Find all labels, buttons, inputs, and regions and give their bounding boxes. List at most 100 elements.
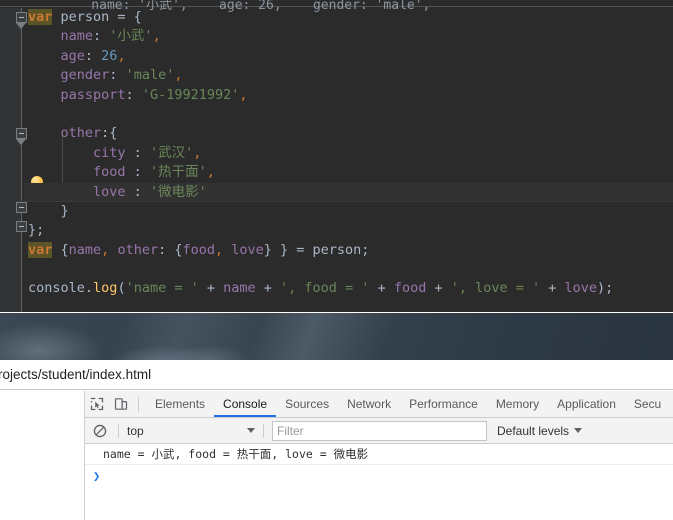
address-bar[interactable]: rojects/student/index.html bbox=[0, 360, 673, 390]
code-token: }; bbox=[28, 222, 45, 239]
editor-gutter[interactable] bbox=[0, 8, 27, 312]
code-token: 'name = ' bbox=[125, 280, 199, 297]
code-token: : { bbox=[158, 241, 183, 258]
code-token: person = { bbox=[52, 9, 142, 25]
code-token: : bbox=[109, 67, 126, 84]
code-token: '小武' bbox=[109, 28, 153, 45]
browser-window: rojects/student/index.html Elements Cons… bbox=[0, 360, 673, 520]
console-prompt[interactable]: ❯ bbox=[85, 465, 673, 487]
toolbar-divider-2 bbox=[263, 423, 264, 438]
device-toolbar-icon[interactable] bbox=[109, 391, 133, 417]
devtools-tabbar[interactable]: Elements Console Sources Network Perform… bbox=[85, 391, 673, 418]
clear-console-icon[interactable] bbox=[90, 421, 110, 441]
code-token: food bbox=[182, 241, 215, 258]
inspect-element-icon[interactable] bbox=[85, 391, 109, 417]
code-token: name bbox=[60, 28, 94, 45]
code-token: love bbox=[564, 280, 598, 297]
code-line-12[interactable]: }; bbox=[24, 221, 673, 240]
filter-input[interactable]: Filter bbox=[272, 420, 487, 441]
code-token: food bbox=[393, 280, 427, 297]
code-token: , bbox=[101, 241, 118, 258]
code-token: , bbox=[117, 47, 126, 64]
code-token: : bbox=[125, 144, 150, 161]
code-token: passport bbox=[60, 86, 126, 103]
toolbar-divider-1 bbox=[118, 423, 119, 438]
code-token: , bbox=[174, 67, 183, 84]
code-editor[interactable]: name: '小武', age: 26, gender: 'male', var… bbox=[0, 0, 673, 312]
code-line-1[interactable]: var person = { bbox=[24, 8, 673, 27]
code-token: 'male' bbox=[125, 67, 175, 84]
chevron-down-icon-levels bbox=[574, 428, 583, 433]
code-line-11[interactable]: } bbox=[24, 202, 673, 221]
code-token: other bbox=[117, 241, 159, 258]
log-levels-dropdown[interactable]: Default levels bbox=[497, 424, 583, 438]
code-token: + bbox=[540, 280, 565, 297]
code-token: . bbox=[84, 280, 94, 297]
code-token: , bbox=[193, 144, 202, 161]
code-line-9[interactable]: food : '热干面', bbox=[24, 163, 673, 182]
code-token: city bbox=[93, 144, 126, 161]
code-token: console bbox=[28, 280, 85, 297]
editor-top-clipped-line: name: '小武', age: 26, gender: 'male', bbox=[0, 0, 673, 13]
code-token: + bbox=[255, 280, 281, 297]
code-token: food bbox=[93, 164, 126, 181]
code-token: : bbox=[125, 183, 150, 200]
code-line-4[interactable]: gender: 'male', bbox=[24, 66, 673, 85]
code-token: ( bbox=[117, 280, 126, 297]
code-token: : bbox=[125, 86, 142, 103]
code-token: name bbox=[223, 280, 256, 297]
tab-application[interactable]: Application bbox=[548, 391, 625, 417]
tab-memory[interactable]: Memory bbox=[487, 391, 548, 417]
code-token: '热干面' bbox=[149, 164, 207, 181]
code-line-13[interactable]: var {name, other: {food, love} } = perso… bbox=[24, 241, 673, 260]
code-token: log bbox=[93, 280, 118, 297]
code-token: var bbox=[28, 9, 53, 25]
code-token: age bbox=[60, 47, 85, 64]
code-token: ', love = ' bbox=[450, 280, 541, 297]
console-toolbar[interactable]: top Filter Default levels bbox=[85, 418, 673, 444]
code-content[interactable]: var person = { name: '小武', age: 26, gend… bbox=[20, 8, 673, 312]
code-token: name bbox=[68, 241, 102, 258]
desktop-wallpaper bbox=[0, 312, 673, 360]
code-token: + bbox=[369, 280, 394, 297]
chevron-down-icon bbox=[247, 428, 255, 433]
code-line-14[interactable] bbox=[24, 260, 673, 279]
tab-security[interactable]: Secu bbox=[625, 391, 670, 417]
devtools-panel[interactable]: Elements Console Sources Network Perform… bbox=[85, 391, 673, 520]
code-token: other bbox=[60, 125, 102, 142]
code-token: '微电影' bbox=[149, 183, 207, 200]
browser-viewport: Elements Console Sources Network Perform… bbox=[0, 391, 673, 520]
code-line-6[interactable] bbox=[24, 105, 673, 124]
prompt-arrow-icon: ❯ bbox=[93, 469, 101, 483]
code-line-3[interactable]: age: 26, bbox=[24, 47, 673, 66]
url-text[interactable]: rojects/student/index.html bbox=[0, 367, 151, 382]
clear-console-glyph bbox=[93, 424, 107, 437]
code-token: var bbox=[28, 241, 53, 258]
code-line-8[interactable]: city : '武汉', bbox=[24, 144, 673, 163]
console-output[interactable]: name = 小武, food = 热干面, love = 微电影 ❯ bbox=[85, 444, 673, 520]
tab-performance[interactable]: Performance bbox=[400, 391, 487, 417]
code-line-10[interactable]: love : '微电影' bbox=[20, 182, 673, 203]
tab-sources[interactable]: Sources bbox=[276, 391, 338, 417]
code-token: } bbox=[28, 202, 69, 219]
execution-context-select[interactable]: top bbox=[127, 424, 255, 438]
code-line-5[interactable]: passport: 'G-19921992', bbox=[24, 86, 673, 105]
code-line-2[interactable]: name: '小武', bbox=[24, 27, 673, 46]
code-token: ); bbox=[597, 280, 614, 297]
code-token: , bbox=[214, 241, 232, 258]
screen: name: '小武', age: 26, gender: 'male', var… bbox=[0, 0, 673, 520]
code-token: } } = person; bbox=[263, 241, 370, 258]
code-token: , bbox=[239, 86, 248, 103]
tab-elements[interactable]: Elements bbox=[146, 391, 214, 417]
code-token: , bbox=[152, 28, 161, 45]
code-line-15[interactable]: console.log('name = ' + name + ', food =… bbox=[24, 279, 673, 298]
tab-console[interactable]: Console bbox=[214, 391, 277, 417]
tab-network[interactable]: Network bbox=[338, 391, 400, 417]
code-line-7[interactable]: other:{ bbox=[24, 124, 673, 143]
